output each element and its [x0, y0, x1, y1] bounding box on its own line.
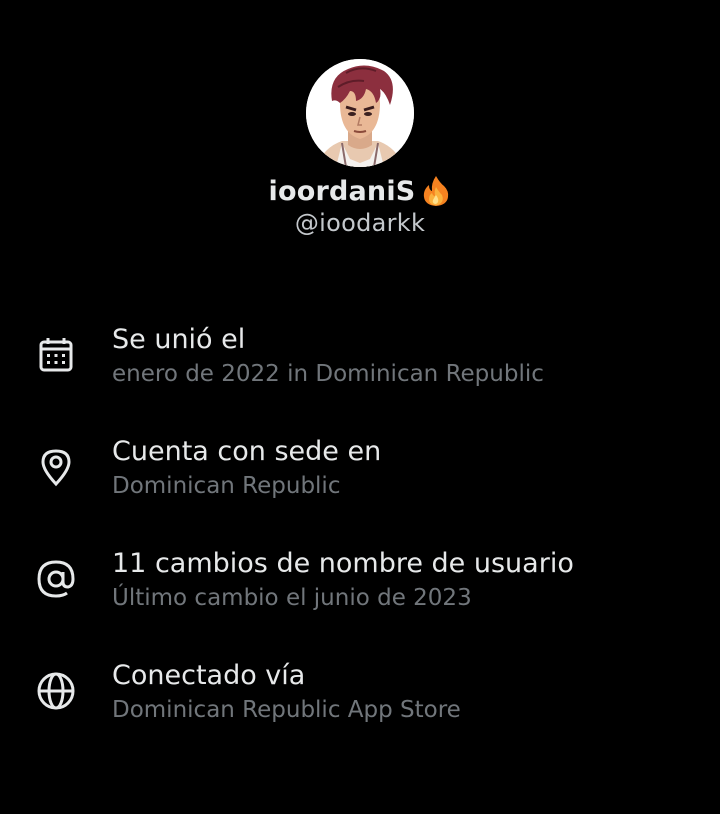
- info-row-based-in: Cuenta con sede en Dominican Republic: [0, 434, 720, 546]
- profile-header: ioordaniS @ioodarkk: [0, 59, 720, 237]
- location-pin-icon: [33, 444, 79, 490]
- info-row-joined: Se unió el enero de 2022 in Dominican Re…: [0, 322, 720, 434]
- fire-icon: [421, 175, 451, 207]
- info-subtitle: enero de 2022 in Dominican Republic: [112, 361, 544, 387]
- avatar[interactable]: [306, 59, 414, 167]
- info-title: Conectado vía: [112, 660, 306, 691]
- info-subtitle: Dominican Republic App Store: [112, 697, 461, 723]
- info-text: Se unió el enero de 2022 in Dominican Re…: [112, 322, 700, 389]
- info-subtitle: Dominican Republic: [112, 473, 341, 499]
- globe-icon: [33, 668, 79, 714]
- info-text: 11 cambios de nombre de usuario Último c…: [112, 546, 700, 613]
- info-text: Cuenta con sede en Dominican Republic: [112, 434, 700, 501]
- info-subtitle: Último cambio el junio de 2023: [112, 585, 472, 611]
- info-title: Cuenta con sede en: [112, 436, 382, 467]
- info-title: 11 cambios de nombre de usuario: [112, 548, 574, 579]
- account-info-list: Se unió el enero de 2022 in Dominican Re…: [0, 322, 720, 770]
- anime-character-avatar: [306, 59, 414, 167]
- display-name: ioordaniS: [268, 175, 416, 207]
- user-handle[interactable]: @ioodarkk: [295, 209, 425, 237]
- info-title: Se unió el: [112, 324, 246, 355]
- at-sign-icon: [33, 556, 79, 602]
- info-row-username-changes: 11 cambios de nombre de usuario Último c…: [0, 546, 720, 658]
- calendar-icon: [33, 332, 79, 378]
- name-row: ioordaniS: [269, 173, 452, 209]
- info-row-connected-via: Conectado vía Dominican Republic App Sto…: [0, 658, 720, 770]
- info-text: Conectado vía Dominican Republic App Sto…: [112, 658, 700, 725]
